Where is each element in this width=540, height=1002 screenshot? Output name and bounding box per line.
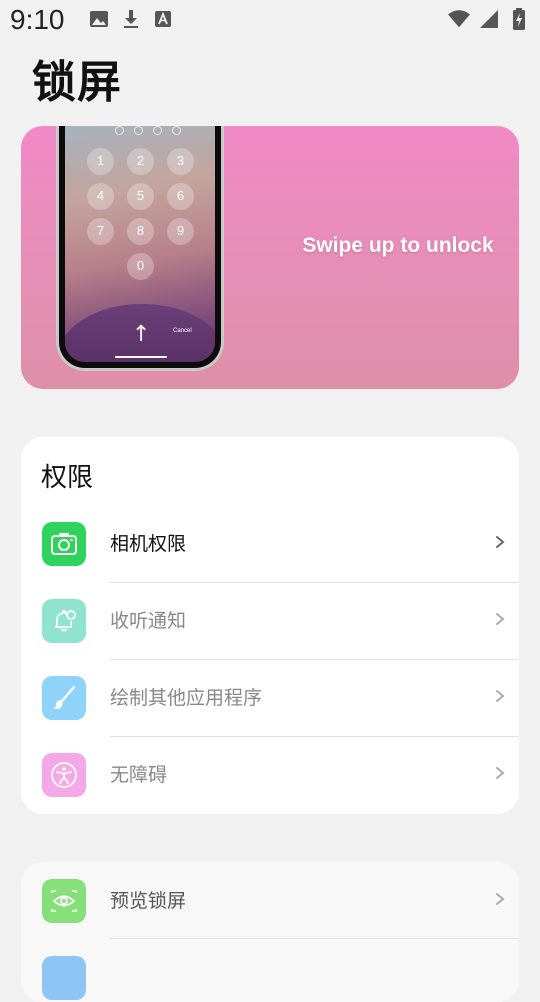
status-time: 9:10: [10, 4, 65, 35]
chevron-right-icon: [496, 893, 505, 905]
permission-row-camera[interactable]: 相机权限: [21, 505, 519, 582]
keypad-key: 5: [127, 183, 154, 210]
chevron-right-icon: [496, 536, 505, 548]
keypad-key: 1: [87, 148, 114, 175]
wifi-icon: [448, 8, 470, 30]
permission-label: 相机权限: [110, 533, 187, 555]
keypad-key: 3: [167, 148, 194, 175]
status-icons-right: [448, 8, 530, 30]
pin-dot: [153, 126, 162, 135]
chevron-right-icon: [496, 613, 505, 625]
keypad-key: 2: [127, 148, 154, 175]
pin-dot: [115, 126, 124, 135]
permission-label: 无障碍: [110, 764, 168, 786]
cell-signal-icon: [478, 8, 500, 30]
permission-row-overlay[interactable]: 绘制其他应用程序: [21, 659, 519, 736]
status-icons-left: [88, 8, 174, 30]
preview-lockscreen-label: 预览锁屏: [110, 890, 187, 912]
keypad-key: 7: [87, 218, 114, 245]
home-indicator: [115, 356, 167, 358]
eye-icon: [42, 879, 86, 923]
permission-label: 绘制其他应用程序: [110, 687, 263, 709]
cancel-label: Cancel: [173, 328, 192, 334]
permission-row-notifications[interactable]: 收听通知: [21, 582, 519, 659]
permissions-card: 权限 相机权限 收听通知 绘制其他应用程序 无障碍: [21, 437, 519, 814]
pin-dots: [115, 126, 181, 135]
page-title: 锁屏: [32, 57, 122, 108]
camera-icon: [42, 522, 86, 566]
permission-row-accessibility[interactable]: 无障碍: [21, 736, 519, 813]
accessibility-icon: [42, 753, 86, 797]
bell-icon: [42, 599, 86, 643]
image-icon: [88, 8, 110, 30]
keypad-key: 0: [127, 253, 154, 280]
keypad-key: 8: [127, 218, 154, 245]
preview-lockscreen-row[interactable]: 预览锁屏: [21, 862, 519, 939]
brush-icon: [42, 676, 86, 720]
settings-card: 预览锁屏: [21, 862, 519, 1002]
chevron-right-icon: [496, 767, 505, 779]
keypad-key: 4: [87, 183, 114, 210]
settings-row-partial[interactable]: [21, 939, 519, 1002]
banner-text: Swipe up to unlock: [302, 234, 494, 257]
chevron-right-icon: [496, 690, 505, 702]
status-bar: 9:10: [0, 0, 540, 44]
battery-charging-icon: [508, 8, 530, 30]
pin-dot: [134, 126, 143, 135]
permissions-title: 权限: [41, 463, 94, 493]
phone-screen: 1 2 3 4 5 6 7 8 9 0 ↑ Cancel: [65, 126, 215, 362]
settings-row-icon: [42, 956, 86, 1000]
permission-label: 收听通知: [110, 610, 187, 632]
phone-illustration: 1 2 3 4 5 6 7 8 9 0 ↑ Cancel: [59, 126, 221, 368]
keypad-key: 6: [167, 183, 194, 210]
swipe-banner: 1 2 3 4 5 6 7 8 9 0 ↑ Cancel Swipe up to…: [21, 126, 519, 389]
download-icon: [120, 8, 142, 30]
keypad-key: 9: [167, 218, 194, 245]
text-a-icon: [152, 8, 174, 30]
pin-dot: [172, 126, 181, 135]
up-arrow-icon: ↑: [132, 322, 151, 347]
